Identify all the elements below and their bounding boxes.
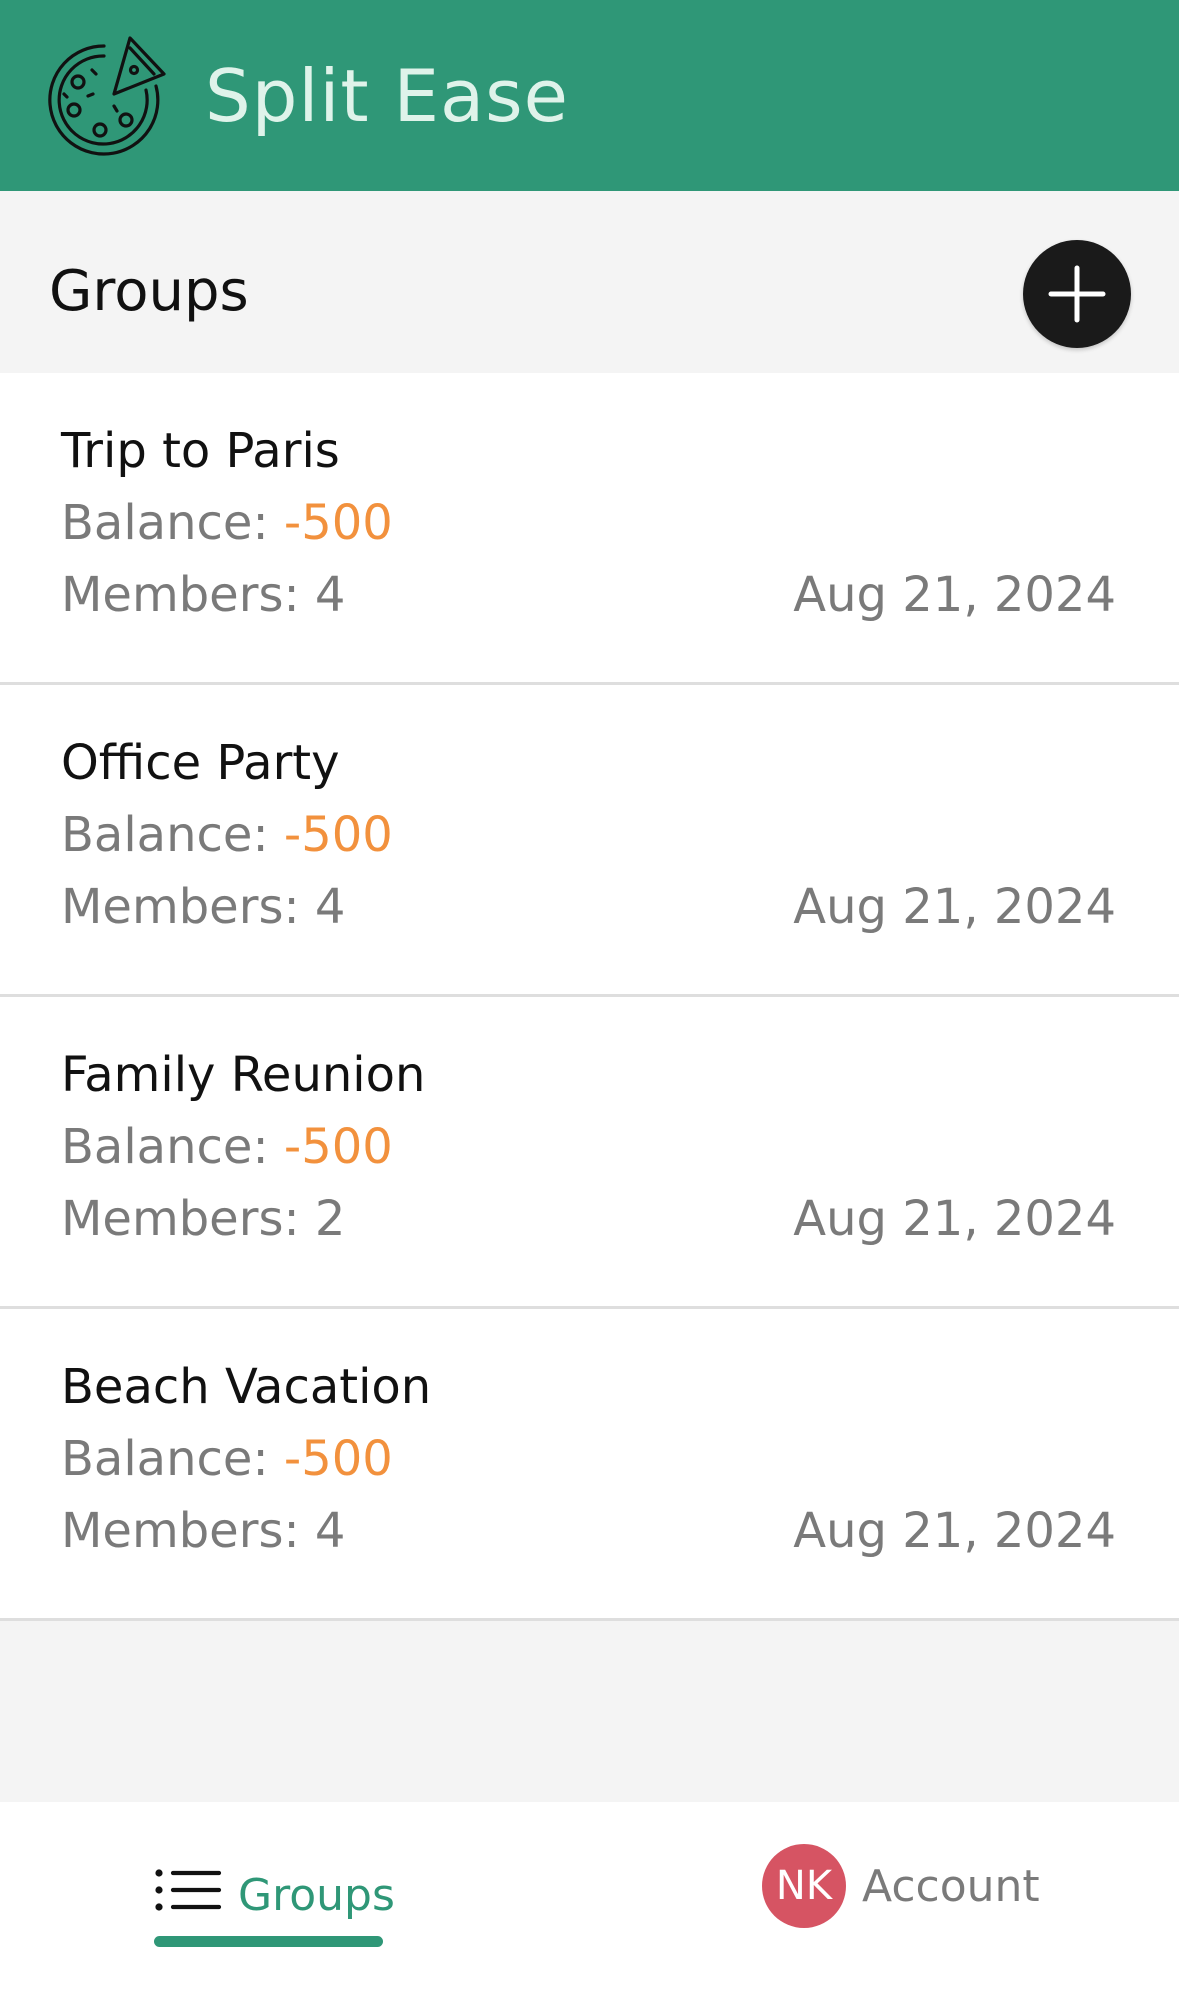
app-root: Split Ease Groups Trip to Paris Balance:… <box>0 0 1179 1995</box>
group-members: Members: 4 <box>61 879 346 935</box>
nav-tab-groups[interactable]: Groups <box>150 1862 395 1942</box>
bottom-nav: Groups NK Account <box>0 1802 1179 1995</box>
group-members: Members: 4 <box>61 567 346 623</box>
group-balance: Balance: -500 <box>61 493 393 553</box>
balance-value: -500 <box>283 1119 393 1175</box>
group-card[interactable]: Beach Vacation Balance: -500 Members: 4 … <box>0 1309 1179 1621</box>
add-group-button[interactable] <box>1023 240 1131 348</box>
group-name: Trip to Paris <box>61 423 340 479</box>
group-card[interactable]: Family Reunion Balance: -500 Members: 2 … <box>0 997 1179 1309</box>
page-title: Groups <box>49 259 249 324</box>
group-card[interactable]: Trip to Paris Balance: -500 Members: 4 A… <box>0 373 1179 685</box>
group-balance: Balance: -500 <box>61 1429 393 1489</box>
active-tab-indicator <box>154 1936 383 1947</box>
balance-value: -500 <box>283 1431 393 1487</box>
group-date: Aug 21, 2024 <box>793 1503 1116 1559</box>
group-name: Office Party <box>61 735 340 791</box>
balance-label: Balance: <box>61 1119 269 1175</box>
group-name: Beach Vacation <box>61 1359 432 1415</box>
group-name: Family Reunion <box>61 1047 426 1103</box>
balance-label: Balance: <box>61 807 269 863</box>
nav-groups-label: Groups <box>238 1870 395 1921</box>
balance-value: -500 <box>283 807 393 863</box>
balance-label: Balance: <box>61 1431 269 1487</box>
group-date: Aug 21, 2024 <box>793 879 1116 935</box>
balance-label: Balance: <box>61 495 269 551</box>
avatar: NK <box>762 1844 846 1928</box>
list-icon <box>155 1869 222 1911</box>
group-date: Aug 21, 2024 <box>793 567 1116 623</box>
app-title: Split Ease <box>205 54 569 138</box>
plus-icon <box>1048 265 1106 323</box>
group-card[interactable]: Office Party Balance: -500 Members: 4 Au… <box>0 685 1179 997</box>
nav-account-label: Account <box>862 1861 1040 1912</box>
group-date: Aug 21, 2024 <box>793 1191 1116 1247</box>
nav-tab-account[interactable]: NK Account <box>762 1844 1062 1930</box>
pizza-icon <box>44 34 166 156</box>
group-members: Members: 4 <box>61 1503 346 1559</box>
group-balance: Balance: -500 <box>61 1117 393 1177</box>
group-list: Trip to Paris Balance: -500 Members: 4 A… <box>0 373 1179 1621</box>
app-header: Split Ease <box>0 0 1179 191</box>
balance-value: -500 <box>283 495 393 551</box>
group-balance: Balance: -500 <box>61 805 393 865</box>
group-members: Members: 2 <box>61 1191 346 1247</box>
